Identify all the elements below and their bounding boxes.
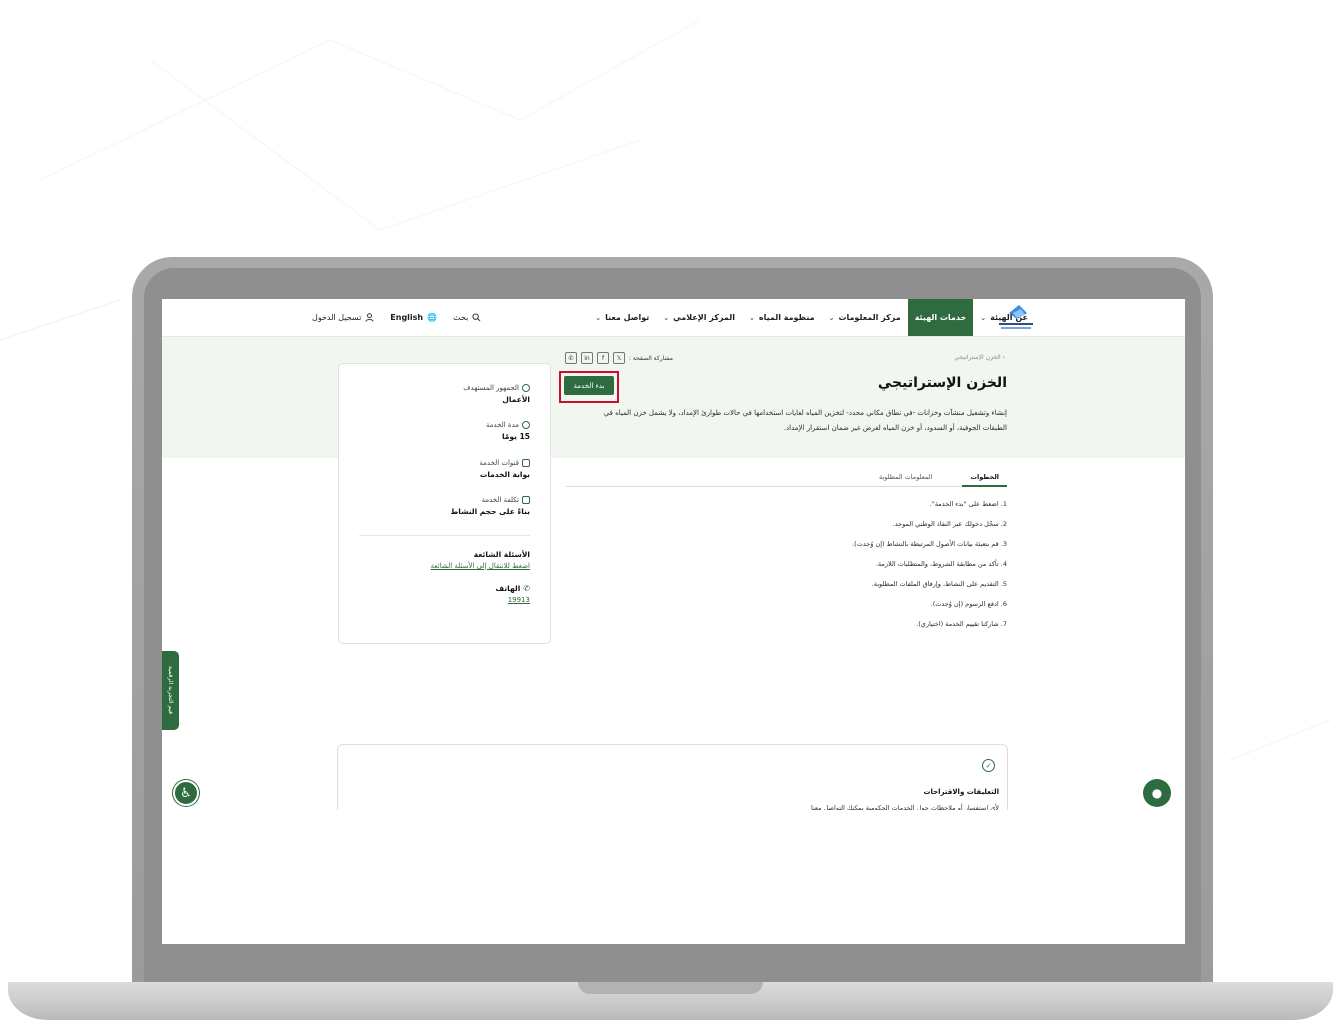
- hero-section: [162, 337, 1185, 458]
- translate-icon: 🌐: [427, 313, 438, 322]
- main-nav: عن الهيئة ⌄ خدمات الهيئة مركز المعلومات …: [588, 299, 1035, 336]
- nav-item-media-center[interactable]: المركز الإعلامي ⌄: [656, 299, 742, 336]
- service-info-card: الجمهور المستهدف الأعمال مدة الخدمة 15 ي…: [338, 363, 551, 644]
- info-audience: الجمهور المستهدف الأعمال: [463, 384, 530, 404]
- user-icon: [365, 313, 374, 322]
- audience-label: الجمهور المستهدف: [463, 384, 519, 392]
- laptop-notch: [578, 982, 763, 994]
- site-header: عن الهيئة ⌄ خدمات الهيئة مركز المعلومات …: [162, 299, 1185, 337]
- service-tabs: الخطوات المعلومات المطلوبة: [566, 469, 1007, 487]
- language-toggle[interactable]: 🌐 English: [390, 313, 437, 322]
- divider: [359, 535, 530, 536]
- share-bar: مشاركة الصفحة : 𝕏 f in ✆: [565, 352, 673, 364]
- share-label: مشاركة الصفحة :: [629, 354, 674, 362]
- audience-value: الأعمال: [502, 395, 530, 404]
- steps-list: 1. اضغط على "بدء الخدمة". 2. سجّل دخولك …: [852, 498, 1007, 638]
- page-description: إنشاء وتشغيل منشآت وخزانات -في نطاق مكان…: [603, 409, 1007, 432]
- rate-experience-label: قيم التجربة الرقمية: [167, 666, 174, 715]
- screen-blank-area: [162, 810, 1185, 944]
- list-item: 6. ادفع الرسوم (إن وُجدت).: [930, 600, 1007, 608]
- chevron-down-icon: ⌄: [748, 313, 755, 322]
- login-label: تسجيل الدخول: [312, 313, 362, 322]
- info-channels: قنوات الخدمة بوابة الخدمات: [479, 459, 530, 479]
- nav-item-about[interactable]: عن الهيئة ⌄: [973, 299, 1035, 336]
- page-title: الخزن الإستراتيجي: [877, 375, 1007, 391]
- list-item: 5. التقديم على النشاط، وإرفاق الملفات ال…: [871, 580, 1007, 588]
- nav-item-label: مركز المعلومات: [838, 313, 901, 322]
- channels-label: قنوات الخدمة: [479, 459, 519, 467]
- login-button[interactable]: تسجيل الدخول: [312, 313, 374, 322]
- tab-required-info[interactable]: المعلومات المطلوبة: [871, 469, 941, 485]
- linkedin-icon[interactable]: in: [581, 352, 593, 364]
- faq-label: الأسئلة الشائعة: [473, 550, 530, 559]
- phone-icon: ✆: [523, 584, 530, 593]
- nav-item-label: خدمات الهيئة: [914, 313, 967, 322]
- breadcrumb: ‹ الخزن الإستراتيجي: [954, 354, 1005, 361]
- search-label: بحث: [453, 313, 469, 322]
- nav-item-label: عن الهيئة: [990, 313, 1028, 322]
- list-item: 4. تأكد من مطابقة الشروط، والمتطلبات الل…: [875, 560, 1007, 568]
- info-faq: الأسئلة الشائعة اضغط للانتقال إلى الأسئل…: [431, 547, 530, 570]
- duration-value: 15 يومًا: [501, 432, 530, 441]
- nav-item-label: تواصل معنا: [605, 313, 650, 322]
- channels-value: بوابة الخدمات: [479, 470, 530, 479]
- tab-steps[interactable]: الخطوات: [962, 469, 1007, 487]
- facebook-icon[interactable]: f: [597, 352, 609, 364]
- monitor-icon: [522, 459, 530, 467]
- whatsapp-icon[interactable]: ✆: [565, 352, 577, 364]
- chevron-left-icon: ‹: [1002, 354, 1005, 361]
- duration-label: مدة الخدمة: [485, 421, 519, 429]
- cost-label: تكلفة الخدمة: [481, 496, 519, 504]
- accessibility-icon: ♿: [180, 785, 192, 801]
- info-duration: مدة الخدمة 15 يومًا: [486, 421, 530, 441]
- list-item: 7. شاركنا تقييم الخدمة (اختياري).: [916, 620, 1007, 628]
- money-icon: [522, 496, 530, 504]
- check-circle-icon: ✓: [982, 759, 995, 772]
- phone-link[interactable]: 19913: [495, 596, 530, 604]
- nav-item-water-system[interactable]: منظومة المياه ⌄: [742, 299, 822, 336]
- list-item: 2. سجّل دخولك عبر النفاذ الوطني الموحد.: [892, 520, 1007, 528]
- rate-experience-tab[interactable]: قيم التجربة الرقمية: [162, 651, 179, 730]
- breadcrumb-current: الخزن الإستراتيجي: [954, 354, 1001, 361]
- feedback-title: التعليقات والاقتراحات: [923, 788, 999, 796]
- info-phone: ✆ الهاتف 19913: [495, 584, 530, 604]
- chevron-down-icon: ⌄: [595, 313, 602, 322]
- faq-link[interactable]: اضغط للانتقال إلى الأسئلة الشائعة: [431, 562, 530, 570]
- cost-value: بناءً على حجم النشاط: [450, 507, 530, 516]
- chevron-down-icon: ⌄: [663, 313, 670, 322]
- start-service-button[interactable]: بدء الخدمة: [564, 376, 614, 395]
- nav-item-label: منظومة المياه: [758, 313, 815, 322]
- search-button[interactable]: بحث: [453, 313, 481, 322]
- accessibility-button[interactable]: ♿: [173, 780, 199, 806]
- nav-item-contact[interactable]: تواصل معنا ⌄: [588, 299, 656, 336]
- clock-icon: [522, 421, 530, 429]
- header-tools: بحث 🌐 English تسجيل الدخول: [312, 299, 481, 336]
- nav-item-services[interactable]: خدمات الهيئة: [907, 299, 974, 336]
- info-cost: تكلفة الخدمة بناءً على حجم النشاط: [450, 496, 530, 516]
- list-item: 3. قم بتعبئة بيانات الأصول المرتبطة بالن…: [852, 540, 1007, 548]
- list-item: 1. اضغط على "بدء الخدمة".: [929, 500, 1007, 508]
- search-icon: [472, 313, 481, 322]
- chevron-down-icon: ⌄: [980, 313, 987, 322]
- screen: عن الهيئة ⌄ خدمات الهيئة مركز المعلومات …: [162, 299, 1185, 944]
- chevron-down-icon: ⌄: [828, 313, 835, 322]
- language-label: English: [390, 313, 424, 322]
- user-icon: [522, 384, 530, 392]
- x-icon[interactable]: 𝕏: [613, 352, 625, 364]
- phone-label: الهاتف: [495, 584, 521, 593]
- chat-button[interactable]: ●: [1143, 779, 1171, 807]
- chat-icon: ●: [1151, 786, 1163, 800]
- nav-item-info-center[interactable]: مركز المعلومات ⌄: [822, 299, 908, 336]
- nav-item-label: المركز الإعلامي: [673, 313, 735, 322]
